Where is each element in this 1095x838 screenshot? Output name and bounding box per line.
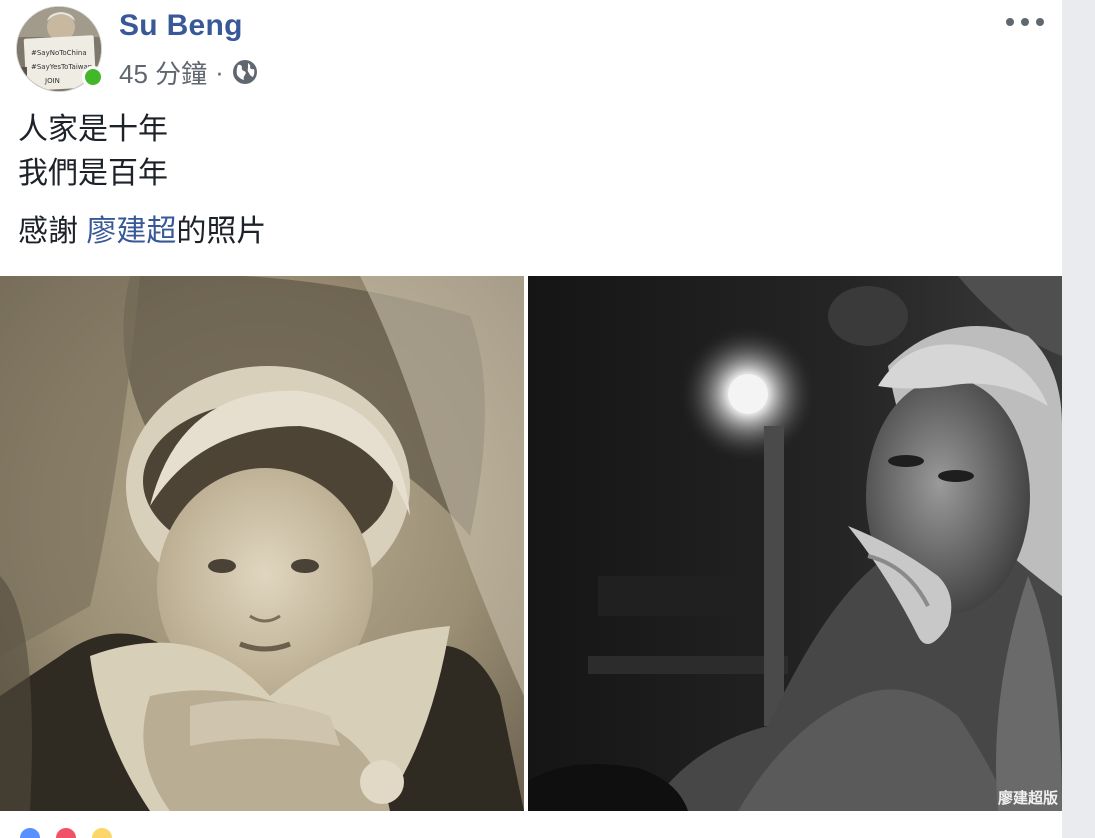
like-reaction-icon <box>18 826 42 838</box>
baby-photo[interactable] <box>0 276 524 811</box>
post-card: #SayNoToChina #SayYesToTaiwan JOIN Su Be… <box>0 0 1062 838</box>
svg-text:JOIN: JOIN <box>44 77 60 85</box>
globe-icon[interactable] <box>232 59 258 85</box>
post-line-1: 人家是十年 <box>18 113 168 146</box>
post-body: 人家是十年 我們是百年 <box>18 108 168 196</box>
credit-suffix: 的照片 <box>176 215 267 248</box>
wow-reaction-icon <box>90 826 114 838</box>
post-timestamp[interactable]: 45 分鐘 <box>119 54 207 91</box>
elder-photo-image <box>528 276 1062 811</box>
baby-photo-image <box>0 276 524 811</box>
photo-credit: 感謝 廖建超的照片 <box>18 210 266 254</box>
more-options-button[interactable] <box>1006 10 1044 34</box>
mention-link[interactable]: 廖建超 <box>86 215 176 248</box>
more-dot <box>1006 18 1014 26</box>
author-avatar[interactable]: #SayNoToChina #SayYesToTaiwan JOIN <box>16 6 104 92</box>
online-status-icon <box>82 66 104 88</box>
svg-text:#SayNoToChina: #SayNoToChina <box>31 49 87 57</box>
more-dot <box>1021 18 1029 26</box>
photo-grid: 廖建超版 <box>0 276 1062 811</box>
reaction-icons[interactable] <box>18 826 138 838</box>
page: #SayNoToChina #SayYesToTaiwan JOIN Su Be… <box>0 0 1095 838</box>
elder-photo[interactable]: 廖建超版 <box>528 276 1062 811</box>
photo-watermark: 廖建超版 <box>997 790 1058 807</box>
love-reaction-icon <box>54 826 78 838</box>
author-name-link[interactable]: Su Beng <box>119 9 243 43</box>
post-meta: 45 分鐘 · <box>119 54 258 91</box>
credit-prefix: 感謝 <box>18 215 87 248</box>
post-line-2: 我們是百年 <box>18 157 168 190</box>
more-dot <box>1036 18 1044 26</box>
meta-separator: · <box>215 56 224 87</box>
right-rail <box>1062 0 1095 838</box>
